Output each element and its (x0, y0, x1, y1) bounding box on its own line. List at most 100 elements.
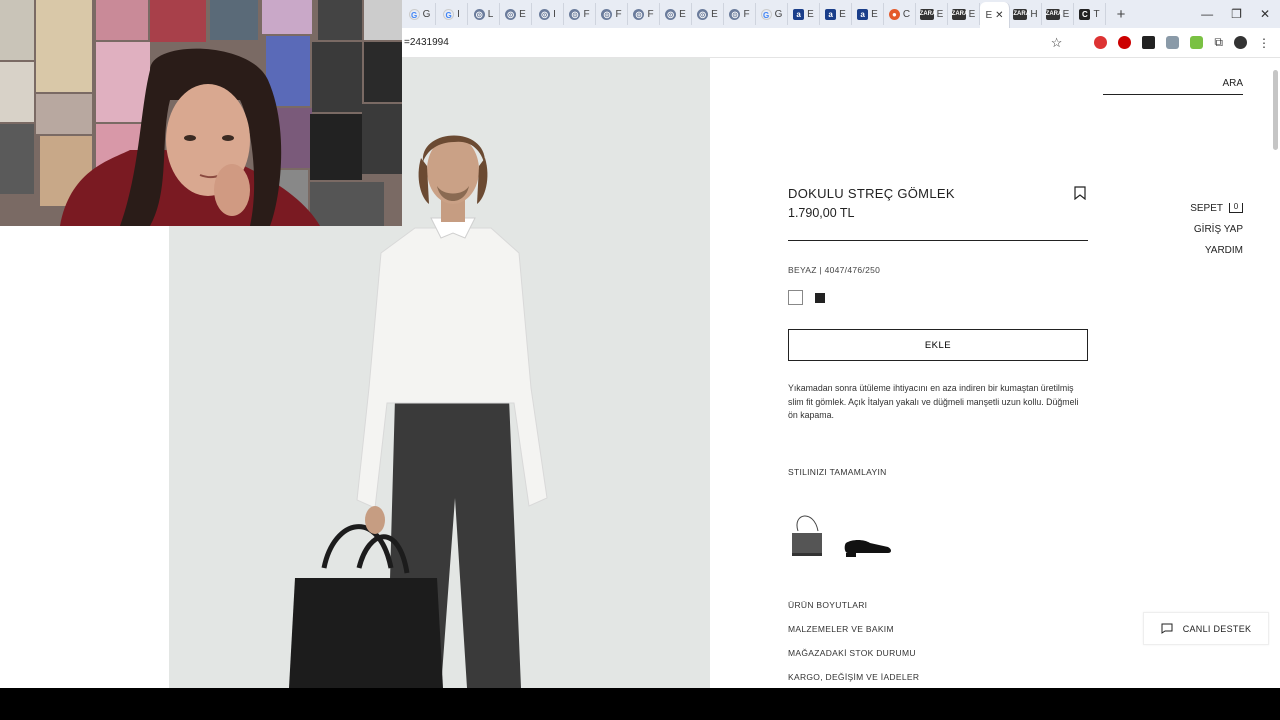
restore-window-icon[interactable]: ❐ (1231, 7, 1242, 21)
bookmark-icon[interactable] (1074, 186, 1086, 205)
complete-look-heading: STILINIZI TAMAMLAYIN (788, 466, 887, 477)
url-field[interactable]: =2431994 (402, 37, 1051, 48)
browser-tab[interactable]: ZARA E (1042, 3, 1074, 25)
close-tab-icon[interactable]: ✕ (995, 10, 1003, 21)
tab-title: F (615, 8, 622, 20)
complete-look-items (788, 509, 1088, 564)
tab-title: E (839, 8, 846, 20)
login-link[interactable]: GİRİŞ YAP (1190, 219, 1243, 240)
browser-tab[interactable]: ● C (884, 3, 916, 25)
webcam-overlay (0, 0, 402, 226)
live-chat-button[interactable]: CANLI DESTEK (1143, 612, 1269, 645)
star-icon[interactable]: ☆ (1051, 35, 1063, 51)
page-scrollbar[interactable] (1270, 58, 1280, 688)
browser-tab[interactable]: aE (852, 3, 884, 25)
accordion-item[interactable]: KARGO, DEĞİŞİM VE İADELER (788, 672, 1088, 689)
tab-title: E (807, 8, 814, 20)
color-reference: BEYAZ | 4047/476/250 (788, 265, 881, 275)
tab-favicon-icon: ◎ (665, 8, 677, 20)
tab-favicon-icon: ZARA (1045, 8, 1062, 20)
extension-icon[interactable] (1142, 36, 1156, 49)
tab-title: E (679, 8, 686, 20)
tab-favicon-icon: a (857, 8, 869, 20)
tab-title: E (968, 8, 976, 20)
tab-favicon-icon: ◎ (633, 8, 645, 20)
tab-title: I (553, 8, 556, 20)
extension-icon[interactable] (1094, 36, 1108, 49)
kebab-menu-icon[interactable]: ⋮ (1258, 36, 1270, 50)
suggested-item-shoes[interactable] (842, 533, 894, 564)
tab-favicon-icon: ◎ (473, 8, 485, 20)
new-tab-button[interactable]: + (1110, 6, 1132, 23)
help-link[interactable]: YARDIM (1190, 240, 1243, 261)
account-nav: SEPET 0 GİRİŞ YAP YARDIM (1190, 198, 1243, 261)
extension-icon[interactable] (1118, 36, 1132, 49)
browser-tab[interactable]: aE (820, 3, 852, 25)
tab-favicon-icon: ◎ (539, 8, 551, 20)
accordion-item[interactable]: ÜRÜN BOYUTLARI (788, 600, 1088, 624)
browser-tab[interactable]: ◎ L (468, 3, 500, 25)
color-swatch-black[interactable] (815, 292, 825, 303)
browser-tab[interactable]: ZARA E (916, 3, 948, 25)
accordion-item[interactable]: MALZEMELER VE BAKIM (788, 624, 1088, 648)
tab-title: F (647, 8, 654, 20)
product-price: 1.790,00 TL (788, 206, 855, 220)
browser-toolbar: ☆ ⧉ ⋮ (1051, 35, 1280, 51)
accordion-item[interactable]: MAĞAZADAKİ STOK DURUMU (788, 648, 1088, 672)
minimize-window-icon[interactable]: — (1201, 7, 1213, 21)
cart-count: 0 (1229, 203, 1243, 214)
browser-tab[interactable]: GG (404, 3, 436, 25)
tab-title: C (902, 8, 911, 20)
browser-tab[interactable]: ◎ F (628, 3, 660, 25)
tab-favicon-icon: ZARA (919, 8, 936, 20)
browser-tab[interactable]: ◎ E (660, 3, 692, 25)
tab-title: F (743, 8, 750, 20)
browser-tab[interactable]: aE (788, 3, 820, 25)
tab-title: E (871, 8, 878, 20)
chat-icon (1161, 623, 1173, 634)
search-field[interactable]: ARA (1103, 78, 1243, 95)
tab-title: T (1093, 8, 1100, 20)
extension-icon[interactable] (1190, 36, 1204, 49)
browser-tab-strip: G G G I ◎ L ◎ E ◎ I ◎ F ◎ F ◎ F ◎ E ◎ E ◎ F G Ga Ea Ea E ● C ZARA E ZAR… (402, 0, 1280, 28)
browser-tab[interactable]: GG (756, 3, 788, 25)
live-chat-label: CANLI DESTEK (1182, 623, 1252, 634)
close-window-icon[interactable]: ✕ (1260, 7, 1270, 21)
browser-tab[interactable]: ◎ F (564, 3, 596, 25)
scrollbar-thumb[interactable] (1273, 70, 1278, 150)
profile-avatar[interactable] (1234, 36, 1247, 49)
window-controls: — ❐ ✕ (1201, 7, 1280, 21)
add-to-cart-button[interactable]: EKLE (788, 329, 1088, 361)
color-swatches (788, 290, 1088, 305)
browser-tab[interactable]: ZARA E (948, 3, 980, 25)
tab-title: G (422, 8, 431, 20)
tab-title: E (519, 8, 526, 20)
browser-tab[interactable]: GI (436, 3, 468, 25)
browser-tab[interactable]: ◎ F (596, 3, 628, 25)
color-swatch-white[interactable] (788, 290, 803, 305)
browser-tab[interactable]: ZARA H (1010, 3, 1042, 25)
puzzle-icon[interactable]: ⧉ (1214, 35, 1223, 50)
browser-tab[interactable]: ◎ E (692, 3, 724, 25)
cart-link[interactable]: SEPET 0 (1190, 198, 1243, 219)
suggested-item-bag[interactable] (788, 509, 824, 564)
browser-tab[interactable]: ◎ F (724, 3, 756, 25)
tab-favicon-icon: G (408, 8, 420, 20)
tab-favicon-icon: G (760, 8, 772, 20)
browser-tab[interactable]: E ✕ (980, 2, 1010, 28)
taskbar (0, 688, 1280, 720)
tab-title: E (711, 8, 718, 20)
tab-title: I (457, 8, 460, 20)
tab-favicon-icon: a (825, 8, 837, 20)
tab-favicon-icon: G (443, 8, 455, 20)
browser-tab[interactable]: ◎ E (500, 3, 532, 25)
tab-title: L (487, 8, 494, 20)
product-title: DOKULU STREÇ GÖMLEK (788, 186, 955, 201)
browser-tab[interactable]: ◎ I (532, 3, 564, 25)
divider (788, 240, 1088, 241)
tab-title: F (583, 8, 590, 20)
shield-icon[interactable] (1166, 36, 1180, 49)
tab-favicon-icon: ◎ (697, 8, 709, 20)
browser-tab[interactable]: CT (1074, 3, 1106, 25)
tab-favicon-icon: ◎ (601, 8, 613, 20)
